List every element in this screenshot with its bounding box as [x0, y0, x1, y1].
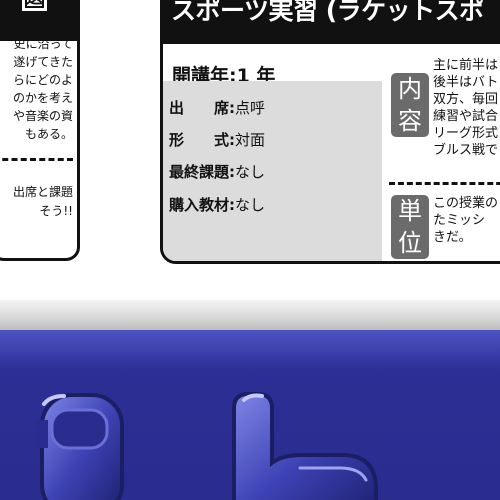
decorative-banner — [0, 300, 500, 500]
right-course-card: スポーツ実習 (ラケットスポ 開講年:1 年 出 席:点呼 形 式:対面 最終課… — [160, 0, 500, 264]
left-course-card: 選 史に沿って 遂げてきた らにどのよ のかを考え や音楽の資 もある。 出席と… — [0, 0, 80, 261]
right-card-header: スポーツ実習 (ラケットスポ — [163, 0, 500, 44]
final-assignment-value: なし — [235, 163, 266, 181]
materials-value: なし — [235, 196, 266, 214]
top-area: 選 史に沿って 遂げてきた らにどのよ のかを考え や音楽の資 もある。 出席と… — [0, 0, 500, 300]
embossed-b-shape — [232, 392, 378, 500]
final-assignment-key: 最終課題 — [169, 163, 230, 181]
desc-line: らにどのよ — [12, 73, 73, 87]
dashed-divider — [0, 158, 73, 161]
course-info-box: 出 席:点呼 形 式:対面 最終課題:なし 購入教材:なし — [163, 81, 382, 261]
embossed-8-shape — [36, 393, 124, 500]
desc-line: 遂げてきた — [13, 55, 73, 69]
materials-row: 購入教材:なし — [169, 196, 266, 214]
credit-description: この授業の たミッシ きだ。 — [433, 196, 499, 245]
materials-key: 購入教材 — [169, 196, 230, 214]
attendance-row: 出 席:点呼 — [169, 99, 266, 117]
desc-line: のかを考え — [12, 91, 73, 105]
format-row: 形 式:対面 — [169, 131, 266, 149]
course-title: スポーツ実習 (ラケットスポ — [171, 0, 484, 25]
dashed-divider — [389, 182, 500, 185]
elective-badge: 選 — [22, 0, 47, 11]
desc-line: や音楽の資 — [12, 109, 73, 123]
credit-line: そう!! — [39, 204, 73, 218]
content-description: 主に前半は 後半はバト 双方、毎回 練習や試合 リーグ形式 ブルス戦で — [433, 58, 499, 158]
desc-line: もある。 — [24, 127, 73, 141]
format-key: 形 式 — [169, 131, 230, 149]
credit-badge: 単 位 — [391, 195, 429, 259]
banner-highlight — [0, 330, 500, 370]
format-value: 対面 — [235, 131, 266, 149]
content-badge: 内 容 — [391, 73, 429, 137]
credit-line: 出席と課題 — [12, 185, 73, 199]
attendance-value: 点呼 — [235, 99, 266, 117]
desc-line: 史に沿って — [13, 37, 73, 51]
final-assignment-row: 最終課題:なし — [169, 163, 266, 181]
left-card-credit-text: 出席と課題 そう!! — [0, 183, 73, 221]
left-card-description: 史に沿って 遂げてきた らにどのよ のかを考え や音楽の資 もある。 — [0, 35, 73, 143]
attendance-key: 出 席 — [169, 99, 230, 117]
